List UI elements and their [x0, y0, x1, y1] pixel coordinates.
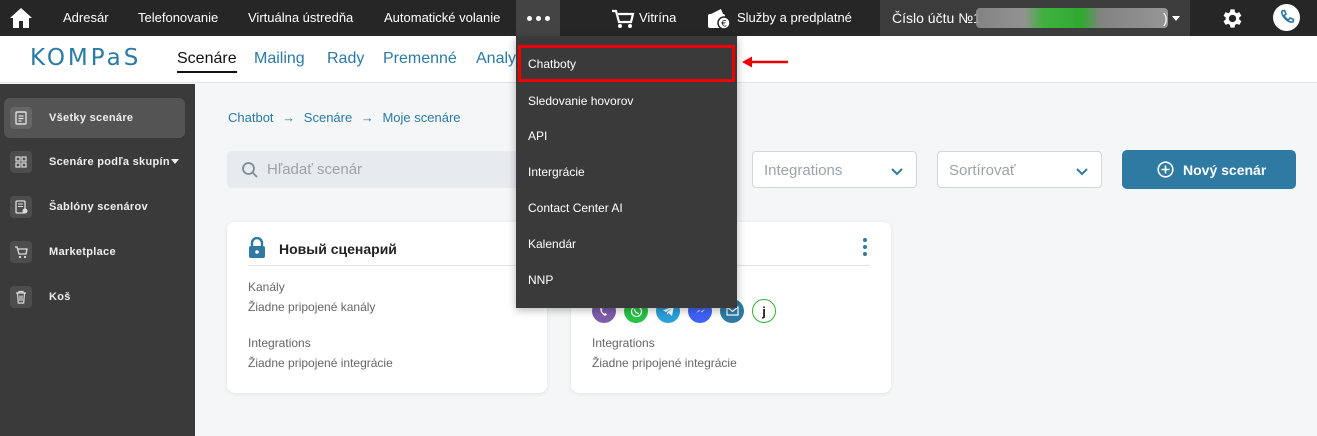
- sidebar: Všetky scenáre Scenáre podľa skupín Šabl…: [0, 84, 195, 436]
- breadcrumb-chatbot[interactable]: Chatbot: [228, 110, 274, 125]
- scenario-card[interactable]: Новый сценарий Kanály Žiadne pripojené k…: [227, 222, 547, 393]
- cart-icon: [612, 9, 635, 28]
- new-scenario-label: Nový scenár: [1183, 162, 1267, 178]
- sidebar-item-label: Marketplace: [49, 246, 116, 258]
- nav-adresar[interactable]: Adresár: [63, 0, 109, 36]
- nav-sluzby[interactable]: € Služby a predplatné: [707, 0, 852, 36]
- menu-item-nnp[interactable]: NNP: [528, 273, 553, 287]
- document-icon: [10, 107, 32, 129]
- menu-item-sledovanie-hovorov[interactable]: Sledovanie hovorov: [528, 94, 633, 108]
- kompas-logo[interactable]: KOMPaS: [30, 45, 141, 71]
- grid-icon: [10, 151, 32, 173]
- menu-item-kalendar[interactable]: Kalendár: [528, 237, 576, 251]
- arrow-right-icon: →: [360, 110, 374, 125]
- sidebar-item-sablony-scenarov[interactable]: Šablóny scenárov: [4, 187, 185, 227]
- account-selector[interactable]: Číslo účtu №1 ): [880, 0, 1190, 36]
- nav-telefonovanie[interactable]: Telefonovanie: [138, 0, 218, 36]
- account-number-redacted: [976, 8, 1168, 28]
- sidebar-item-label: Šablóny scenárov: [49, 201, 148, 213]
- search-icon: [241, 161, 259, 184]
- top-navbar: Adresár Telefonovanie Virtuálna ústredňa…: [0, 0, 1317, 36]
- more-dots-icon[interactable]: [516, 0, 560, 36]
- annotation-arrow-icon: [740, 55, 790, 74]
- jivo-icon: j: [752, 299, 776, 323]
- sidebar-item-label: Scenáre podľa skupín: [49, 156, 170, 168]
- sort-select[interactable]: Sortírovať: [937, 151, 1102, 188]
- account-label: Číslo účtu №1: [892, 10, 981, 26]
- svg-text:€: €: [721, 19, 727, 29]
- menu-item-chatboty[interactable]: Chatboty: [528, 57, 576, 71]
- menu-item-api[interactable]: API: [528, 129, 547, 143]
- more-dropdown-menu: Chatboty Sledovanie hovorov API Intergrá…: [516, 36, 737, 308]
- sluzby-label: Služby a predplatné: [737, 10, 852, 25]
- breadcrumb-moje-scenare: Moje scenáre: [382, 110, 461, 125]
- sidebar-item-vsetky-scenare[interactable]: Všetky scenáre: [4, 98, 185, 138]
- cart-icon: [10, 241, 32, 263]
- phone-icon[interactable]: [1273, 4, 1300, 31]
- nav-automaticke-volanie[interactable]: Automatické volanie: [384, 0, 500, 36]
- kebab-menu-icon[interactable]: [863, 238, 867, 256]
- menu-item-contact-center-ai[interactable]: Contact Center AI: [528, 201, 623, 215]
- tab-premenne[interactable]: Premenné: [383, 50, 457, 68]
- wallet-icon: €: [708, 8, 731, 30]
- tab-scenare[interactable]: Scenáre: [177, 50, 237, 73]
- breadcrumb: Chatbot → Scenáre → Moje scenáre: [228, 110, 466, 125]
- sidebar-item-kos[interactable]: Koš: [4, 277, 185, 317]
- integrations-select-value: Integrations: [764, 162, 843, 179]
- sidebar-item-scenare-podla-skupin[interactable]: Scenáre podľa skupín: [4, 142, 185, 182]
- divider: [248, 265, 526, 266]
- template-icon: [10, 196, 32, 218]
- channels-label: Kanály: [248, 280, 285, 294]
- nav-vitrina[interactable]: Vitrína: [611, 0, 676, 36]
- integrations-label: Integrations: [592, 336, 655, 350]
- plus-circle-icon: [1157, 161, 1174, 181]
- nav-virtualna-ustredna[interactable]: Virtuálna ústredňa: [248, 0, 353, 36]
- card-title: Новый сценарий: [279, 241, 397, 257]
- sidebar-item-label: Koš: [49, 291, 71, 303]
- integrations-value: Žiadne pripojené integrácie: [592, 356, 737, 370]
- chevron-down-icon: [1075, 164, 1089, 181]
- sort-select-value: Sortírovať: [949, 162, 1016, 179]
- lock-icon: [248, 236, 266, 264]
- tab-analytics[interactable]: Analy: [476, 50, 516, 68]
- arrow-right-icon: →: [282, 110, 296, 125]
- vitrina-label: Vitrína: [639, 10, 677, 25]
- integrations-value: Žiadne pripojené integrácie: [248, 356, 393, 370]
- caret-down-icon: [171, 159, 179, 164]
- search-input[interactable]: [267, 159, 507, 179]
- chevron-down-icon: [1172, 16, 1180, 21]
- trash-icon: [10, 286, 32, 308]
- account-suffix: ): [1163, 10, 1168, 26]
- tab-mailing[interactable]: Mailing: [254, 50, 305, 68]
- menu-item-integracie[interactable]: Intergrácie: [528, 165, 585, 179]
- breadcrumb-scenare[interactable]: Scenáre: [304, 110, 352, 125]
- integrations-label: Integrations: [248, 336, 311, 350]
- channels-value: Žiadne pripojené kanály: [248, 300, 376, 314]
- sidebar-item-label: Všetky scenáre: [49, 112, 134, 124]
- search-box: [227, 151, 527, 188]
- integrations-select[interactable]: Integrations: [752, 151, 917, 188]
- home-icon[interactable]: [8, 6, 34, 30]
- sidebar-item-marketplace[interactable]: Marketplace: [4, 232, 185, 272]
- gear-icon[interactable]: [1220, 6, 1245, 34]
- tab-rady[interactable]: Rady: [327, 50, 364, 68]
- new-scenario-button[interactable]: Nový scenár: [1122, 150, 1296, 189]
- chevron-down-icon: [890, 164, 904, 181]
